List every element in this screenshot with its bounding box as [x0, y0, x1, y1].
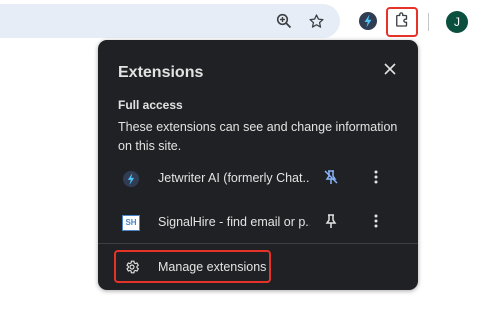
more-options-button[interactable] — [366, 168, 386, 190]
signalhire-icon: SH — [122, 214, 140, 232]
zoom-icon[interactable] — [271, 8, 297, 34]
manage-extensions-button[interactable]: Manage extensions — [114, 250, 271, 283]
avatar-initial: J — [454, 15, 460, 29]
divider — [98, 243, 418, 244]
browser-toolbar: J — [0, 0, 480, 42]
close-icon — [384, 62, 396, 80]
puzzle-icon — [393, 11, 411, 34]
extension-name: Jetwriter AI (formerly Chat... — [158, 171, 310, 185]
full-access-heading: Full access — [118, 98, 183, 112]
more-options-button[interactable] — [366, 212, 386, 234]
popup-title: Extensions — [118, 64, 204, 81]
extension-name: SignalHire - find email or p... — [158, 215, 310, 229]
close-button[interactable] — [380, 61, 400, 81]
extensions-popup: Extensions Full access These extensions … — [98, 40, 418, 290]
signalhire-logo: SH — [122, 215, 140, 231]
more-vert-icon — [374, 214, 378, 233]
jetwriter-icon — [122, 170, 140, 188]
pin-icon — [323, 213, 339, 234]
extensions-menu-button[interactable] — [386, 7, 418, 37]
full-access-description: These extensions can see and change info… — [118, 120, 398, 153]
jetwriter-extension-icon[interactable] — [355, 8, 381, 34]
extension-row-jetwriter[interactable]: Jetwriter AI (formerly Chat... — [98, 158, 418, 198]
toolbar-divider — [428, 13, 429, 31]
manage-extensions-label: Manage extensions — [158, 260, 267, 274]
gear-icon — [124, 259, 140, 275]
more-vert-icon — [374, 170, 378, 189]
unpin-button[interactable] — [320, 168, 342, 190]
extension-row-signalhire[interactable]: SH SignalHire - find email or p... — [98, 202, 418, 242]
bookmark-star-icon[interactable] — [303, 8, 329, 34]
profile-avatar[interactable]: J — [446, 11, 468, 33]
pinned-icon — [323, 169, 339, 190]
pin-button[interactable] — [320, 212, 342, 234]
